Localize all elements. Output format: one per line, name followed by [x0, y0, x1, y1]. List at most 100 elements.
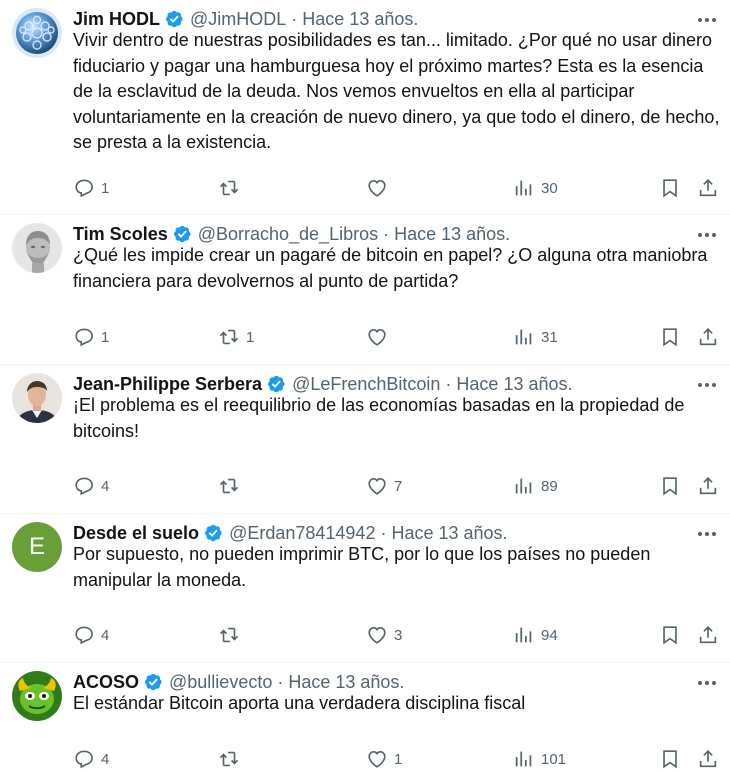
- views-count: 31: [541, 328, 558, 346]
- author-handle[interactable]: @bullievecto: [169, 672, 272, 693]
- share-icon: [699, 750, 717, 768]
- like-button[interactable]: [366, 324, 394, 350]
- retweet-button[interactable]: [218, 175, 246, 201]
- like-icon: [368, 478, 386, 495]
- views-count: 30: [541, 179, 558, 197]
- avatar[interactable]: [12, 223, 62, 273]
- author-handle[interactable]: @Borracho_de_Libros: [198, 224, 378, 245]
- author-name[interactable]: ACOSO: [73, 672, 139, 693]
- retweet-icon: [219, 627, 239, 643]
- tweet-actions: 1 30: [73, 175, 718, 201]
- avatar[interactable]: [12, 671, 62, 721]
- tweet[interactable]: E Desde el suelo @Erdan78414942 · Hace 1…: [0, 514, 730, 663]
- retweet-button[interactable]: [218, 473, 246, 499]
- author-name[interactable]: Tim Scoles: [73, 224, 168, 245]
- retweet-button[interactable]: 1: [218, 324, 254, 350]
- tweet-text: ¿Qué les impide crear un pagaré de bitco…: [73, 245, 708, 291]
- retweet-icon: [219, 478, 239, 494]
- like-button[interactable]: 1: [366, 746, 402, 772]
- author-name[interactable]: Desde el suelo: [73, 523, 199, 544]
- share-button[interactable]: [697, 473, 719, 499]
- reply-button[interactable]: 4: [73, 473, 109, 499]
- like-count: 3: [394, 626, 403, 644]
- author-handle[interactable]: @Erdan78414942: [229, 523, 375, 544]
- tweet[interactable]: Jean-Philippe Serbera @LeFrenchBitcoin ·…: [0, 365, 730, 514]
- retweet-button[interactable]: [218, 622, 246, 648]
- reply-count: 1: [101, 179, 110, 197]
- share-icon: [699, 328, 717, 346]
- like-icon: [368, 751, 386, 768]
- views-button[interactable]: 94: [513, 622, 558, 648]
- avatar[interactable]: [12, 8, 62, 58]
- avatar[interactable]: [12, 373, 62, 423]
- reply-button[interactable]: 1: [73, 324, 109, 350]
- more-icon[interactable]: [696, 375, 718, 395]
- avatar-letter: E: [28, 533, 45, 560]
- share-button[interactable]: [697, 746, 719, 772]
- reply-button[interactable]: 1: [73, 175, 109, 201]
- author-handle[interactable]: @LeFrenchBitcoin: [292, 374, 440, 395]
- tweet-text: Vivir dentro de nuestras posibilidades e…: [73, 30, 720, 152]
- tweet[interactable]: Jim HODL @JimHODL · Hace 13 años. Vivir …: [0, 0, 730, 215]
- views-button[interactable]: 31: [513, 324, 558, 350]
- like-icon: [368, 329, 386, 346]
- bookmark-button[interactable]: [659, 175, 681, 201]
- views-count: 101: [541, 750, 567, 768]
- separator: ·: [445, 373, 452, 394]
- tweet-text: ¡El problema es el reequilibrio de las e…: [73, 395, 685, 441]
- retweet-button[interactable]: [218, 746, 246, 772]
- bookmark-button[interactable]: [659, 473, 681, 499]
- share-button[interactable]: [697, 622, 719, 648]
- timestamp[interactable]: Hace 13 años.: [394, 224, 510, 245]
- reply-icon: [75, 328, 93, 347]
- share-icon: [699, 179, 717, 197]
- bookmark-button[interactable]: [659, 746, 681, 772]
- reply-icon: [75, 179, 93, 198]
- like-button[interactable]: 7: [366, 473, 402, 499]
- tweet-feed: Jim HODL @JimHODL · Hace 13 años. Vivir …: [0, 0, 730, 772]
- reply-icon: [75, 750, 93, 769]
- views-button[interactable]: 89: [513, 473, 558, 499]
- retweet-icon: [219, 329, 239, 345]
- verified-badge-icon: [173, 225, 191, 243]
- tweet-actions: 4 3 94: [73, 622, 718, 648]
- bookmark-button[interactable]: [659, 622, 681, 648]
- author-name[interactable]: Jean-Philippe Serbera: [73, 374, 262, 395]
- reply-button[interactable]: 4: [73, 746, 109, 772]
- reply-count: 4: [101, 750, 110, 768]
- timestamp[interactable]: Hace 13 años.: [456, 374, 572, 395]
- timestamp[interactable]: Hace 13 años.: [288, 672, 404, 693]
- share-button[interactable]: [697, 175, 719, 201]
- views-icon: [515, 478, 532, 494]
- verified-badge-icon: [145, 673, 162, 691]
- timestamp[interactable]: Hace 13 años.: [391, 523, 507, 544]
- author-name[interactable]: Jim HODL: [73, 9, 160, 30]
- tweet-actions: 1 1 31: [73, 324, 718, 350]
- tweet[interactable]: Tim Scoles @Borracho_de_Libros · Hace 13…: [0, 215, 730, 365]
- verified-badge-icon: [166, 10, 183, 28]
- reply-count: 1: [101, 328, 110, 346]
- author-handle[interactable]: @JimHODL: [190, 9, 286, 30]
- reply-button[interactable]: 4: [73, 622, 109, 648]
- timestamp[interactable]: Hace 13 años.: [302, 9, 418, 30]
- separator: ·: [277, 671, 284, 692]
- tweet[interactable]: ACOSO @bullievecto · Hace 13 años. El es…: [0, 663, 730, 772]
- share-button[interactable]: [697, 324, 719, 350]
- tweet-text: El estándar Bitcoin aporta una verdadera…: [73, 693, 526, 713]
- like-button[interactable]: 3: [366, 622, 402, 648]
- views-button[interactable]: 30: [513, 175, 558, 201]
- more-icon[interactable]: [696, 524, 718, 544]
- more-icon[interactable]: [696, 225, 718, 245]
- bookmark-button[interactable]: [659, 324, 681, 350]
- share-icon: [699, 626, 717, 644]
- more-icon[interactable]: [696, 10, 718, 30]
- avatar[interactable]: E: [12, 522, 62, 572]
- tweet-text: Por supuesto, no pueden imprimir BTC, po…: [73, 544, 651, 590]
- views-button[interactable]: 101: [513, 746, 566, 772]
- like-icon: [368, 627, 386, 644]
- retweet-icon: [219, 180, 239, 196]
- more-icon[interactable]: [696, 673, 718, 693]
- like-button[interactable]: [366, 175, 394, 201]
- bookmark-icon: [663, 477, 677, 496]
- verified-badge-icon: [205, 524, 222, 542]
